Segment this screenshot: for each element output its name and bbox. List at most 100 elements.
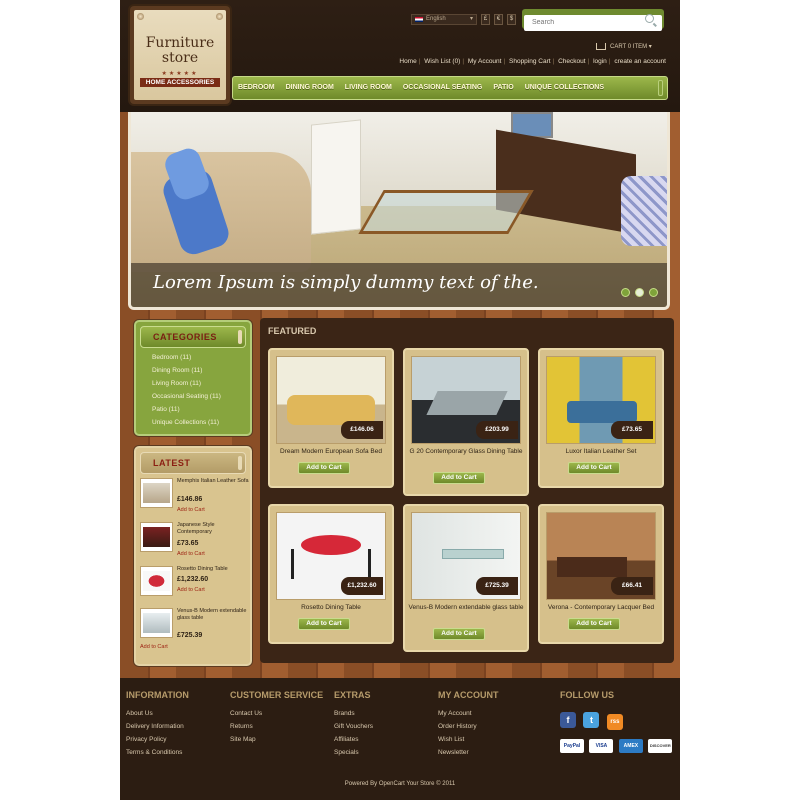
footer-link[interactable]: Contact Us xyxy=(230,710,323,717)
footer-link[interactable]: Terms & Conditions xyxy=(126,749,189,756)
latest-add-to-cart[interactable]: Add to Cart xyxy=(177,587,205,593)
menu-unique-collections[interactable]: UNIQUE COLLECTIONS xyxy=(525,77,604,99)
category-bedroom[interactable]: Bedroom (11) xyxy=(152,354,191,361)
slider-dot-2[interactable] xyxy=(635,288,644,297)
add-to-cart-button[interactable]: Add to Cart xyxy=(433,628,485,640)
footer-link[interactable]: Specials xyxy=(334,749,373,756)
product-thumbnail[interactable] xyxy=(140,566,173,596)
menu-bedroom[interactable]: BEDROOM xyxy=(238,77,275,99)
latest-item-price: £1,232.60 xyxy=(177,576,209,583)
rss-icon[interactable]: rss xyxy=(606,714,623,730)
cart-icon xyxy=(596,43,606,50)
category-dining-room[interactable]: Dining Room (11) xyxy=(152,367,202,374)
featured-section: FEATURED £146.06 Dream Modern European S… xyxy=(260,318,674,663)
product-name[interactable]: Venus-B Modern extendable glass table xyxy=(408,604,524,612)
footer-link[interactable]: My Account xyxy=(438,710,499,717)
product-thumbnail[interactable] xyxy=(140,522,173,552)
chevron-down-icon: ▾ xyxy=(469,16,473,22)
menu-patio[interactable]: PATIO xyxy=(493,77,513,99)
product-name[interactable]: G 20 Contemporary Glass Dining Table xyxy=(408,448,524,456)
link-checkout[interactable]: Checkout xyxy=(558,58,585,65)
currency-dollar-button[interactable]: $ xyxy=(507,14,516,25)
hero-slider[interactable]: Lorem Ipsum is simply dummy text of the. xyxy=(128,112,670,310)
product-name[interactable]: Luxor Italian Leather Set xyxy=(543,448,659,456)
currency-pound-button[interactable]: £ xyxy=(481,14,490,25)
footer-link[interactable]: Privacy Policy xyxy=(126,736,189,743)
footer-link[interactable]: Newsletter xyxy=(438,749,499,756)
slider-dot-1[interactable] xyxy=(621,288,630,297)
add-to-cart-button[interactable]: Add to Cart xyxy=(298,462,350,474)
latest-item-name[interactable]: Rosetto Dining Table xyxy=(177,566,249,573)
footer-heading: INFORMATION xyxy=(126,690,189,700)
add-to-cart-button[interactable]: Add to Cart xyxy=(568,618,620,630)
category-unique-collections[interactable]: Unique Collections (11) xyxy=(152,419,219,426)
slider-frame: Lorem Ipsum is simply dummy text of the. xyxy=(120,112,680,318)
product-image[interactable]: £1,232.60 xyxy=(276,512,386,600)
menu-dining-room[interactable]: DINING ROOM xyxy=(286,77,334,99)
product-image[interactable]: £66.41 xyxy=(546,512,656,600)
link-wishlist[interactable]: Wish List (0) xyxy=(424,58,460,65)
powered-by: Powered By OpenCart Your Store © 2011 xyxy=(344,781,456,787)
footer-link[interactable]: Delivery Information xyxy=(126,723,189,730)
product-image[interactable]: £203.99 xyxy=(411,356,521,444)
category-patio[interactable]: Patio (11) xyxy=(152,406,180,413)
product-thumbnail[interactable] xyxy=(140,608,173,638)
search-input[interactable] xyxy=(524,14,662,31)
latest-add-to-cart[interactable]: Add to Cart xyxy=(140,644,168,650)
latest-item-price: £146.86 xyxy=(177,496,203,503)
footer-link[interactable]: Brands xyxy=(334,710,373,717)
featured-title: FEATURED xyxy=(268,326,317,336)
footer-link[interactable]: Site Map xyxy=(230,736,323,743)
twitter-icon[interactable]: t xyxy=(583,712,600,728)
store-logo[interactable]: Furniture store ★★★★★ HOME ACCESSORIES xyxy=(130,6,230,104)
facebook-icon[interactable]: f xyxy=(560,712,576,728)
footer-link[interactable]: Wish List xyxy=(438,736,499,743)
product-image[interactable]: £725.39 xyxy=(411,512,521,600)
link-login[interactable]: login xyxy=(593,58,607,65)
social-links: f t rss xyxy=(560,710,626,730)
latest-item-name[interactable]: Japanese Style Contemporary xyxy=(177,522,249,536)
link-shopping-cart[interactable]: Shopping Cart xyxy=(509,58,551,65)
latest-item-name[interactable]: Venus-B Modern extendable glass table xyxy=(177,608,249,622)
product-image[interactable]: £146.06 xyxy=(276,356,386,444)
footer-link[interactable]: Gift Vouchers xyxy=(334,723,373,730)
footer-link[interactable]: Order History xyxy=(438,723,499,730)
latest-title: LATEST xyxy=(153,458,191,468)
footer-customer-service: CUSTOMER SERVICE Contact Us Returns Site… xyxy=(230,690,323,749)
uk-flag-icon xyxy=(415,17,423,22)
link-home[interactable]: Home xyxy=(399,58,416,65)
product-name[interactable]: Rosetto Dining Table xyxy=(273,604,389,612)
search-icon[interactable] xyxy=(645,14,654,23)
latest-item-name[interactable]: Memphis Italian Leather Sofa xyxy=(177,478,249,485)
categories-header: CATEGORIES xyxy=(140,326,246,348)
category-occasional-seating[interactable]: Occasional Seating (11) xyxy=(152,393,221,400)
latest-add-to-cart[interactable]: Add to Cart xyxy=(177,551,205,557)
product-thumbnail[interactable] xyxy=(140,478,173,508)
product-name[interactable]: Dream Modern European Sofa Bed xyxy=(273,448,389,456)
category-living-room[interactable]: Living Room (11) xyxy=(152,380,201,387)
slider-dot-3[interactable] xyxy=(649,288,658,297)
latest-add-to-cart[interactable]: Add to Cart xyxy=(177,507,205,513)
add-to-cart-button[interactable]: Add to Cart xyxy=(568,462,620,474)
language-select[interactable]: English ▾ xyxy=(411,14,477,25)
footer-link[interactable]: Affiliates xyxy=(334,736,373,743)
product-card: £1,232.60 Rosetto Dining Table Add to Ca… xyxy=(268,504,394,644)
product-image[interactable]: £73.65 xyxy=(546,356,656,444)
latest-item-price: £725.39 xyxy=(177,632,203,639)
paypal-icon: PayPal xyxy=(560,739,584,753)
menu-occasional-seating[interactable]: OCCASIONAL SEATING xyxy=(403,77,482,99)
footer-heading: MY ACCOUNT xyxy=(438,690,499,700)
currency-euro-button[interactable]: € xyxy=(494,14,503,25)
logo-title: Furniture store xyxy=(145,35,215,66)
link-create-account[interactable]: create an account xyxy=(614,58,666,65)
link-my-account[interactable]: My Account xyxy=(468,58,502,65)
footer-link[interactable]: Returns xyxy=(230,723,323,730)
menu-living-room[interactable]: LIVING ROOM xyxy=(345,77,392,99)
search-box xyxy=(522,9,664,31)
price-tag: £203.99 xyxy=(476,421,518,439)
add-to-cart-button[interactable]: Add to Cart xyxy=(298,618,350,630)
product-name[interactable]: Verona - Contemporary Lacquer Bed xyxy=(543,604,659,612)
add-to-cart-button[interactable]: Add to Cart xyxy=(433,472,485,484)
footer-link[interactable]: About Us xyxy=(126,710,189,717)
cart-summary[interactable]: CART 0 ITEM ▾ xyxy=(596,42,652,52)
